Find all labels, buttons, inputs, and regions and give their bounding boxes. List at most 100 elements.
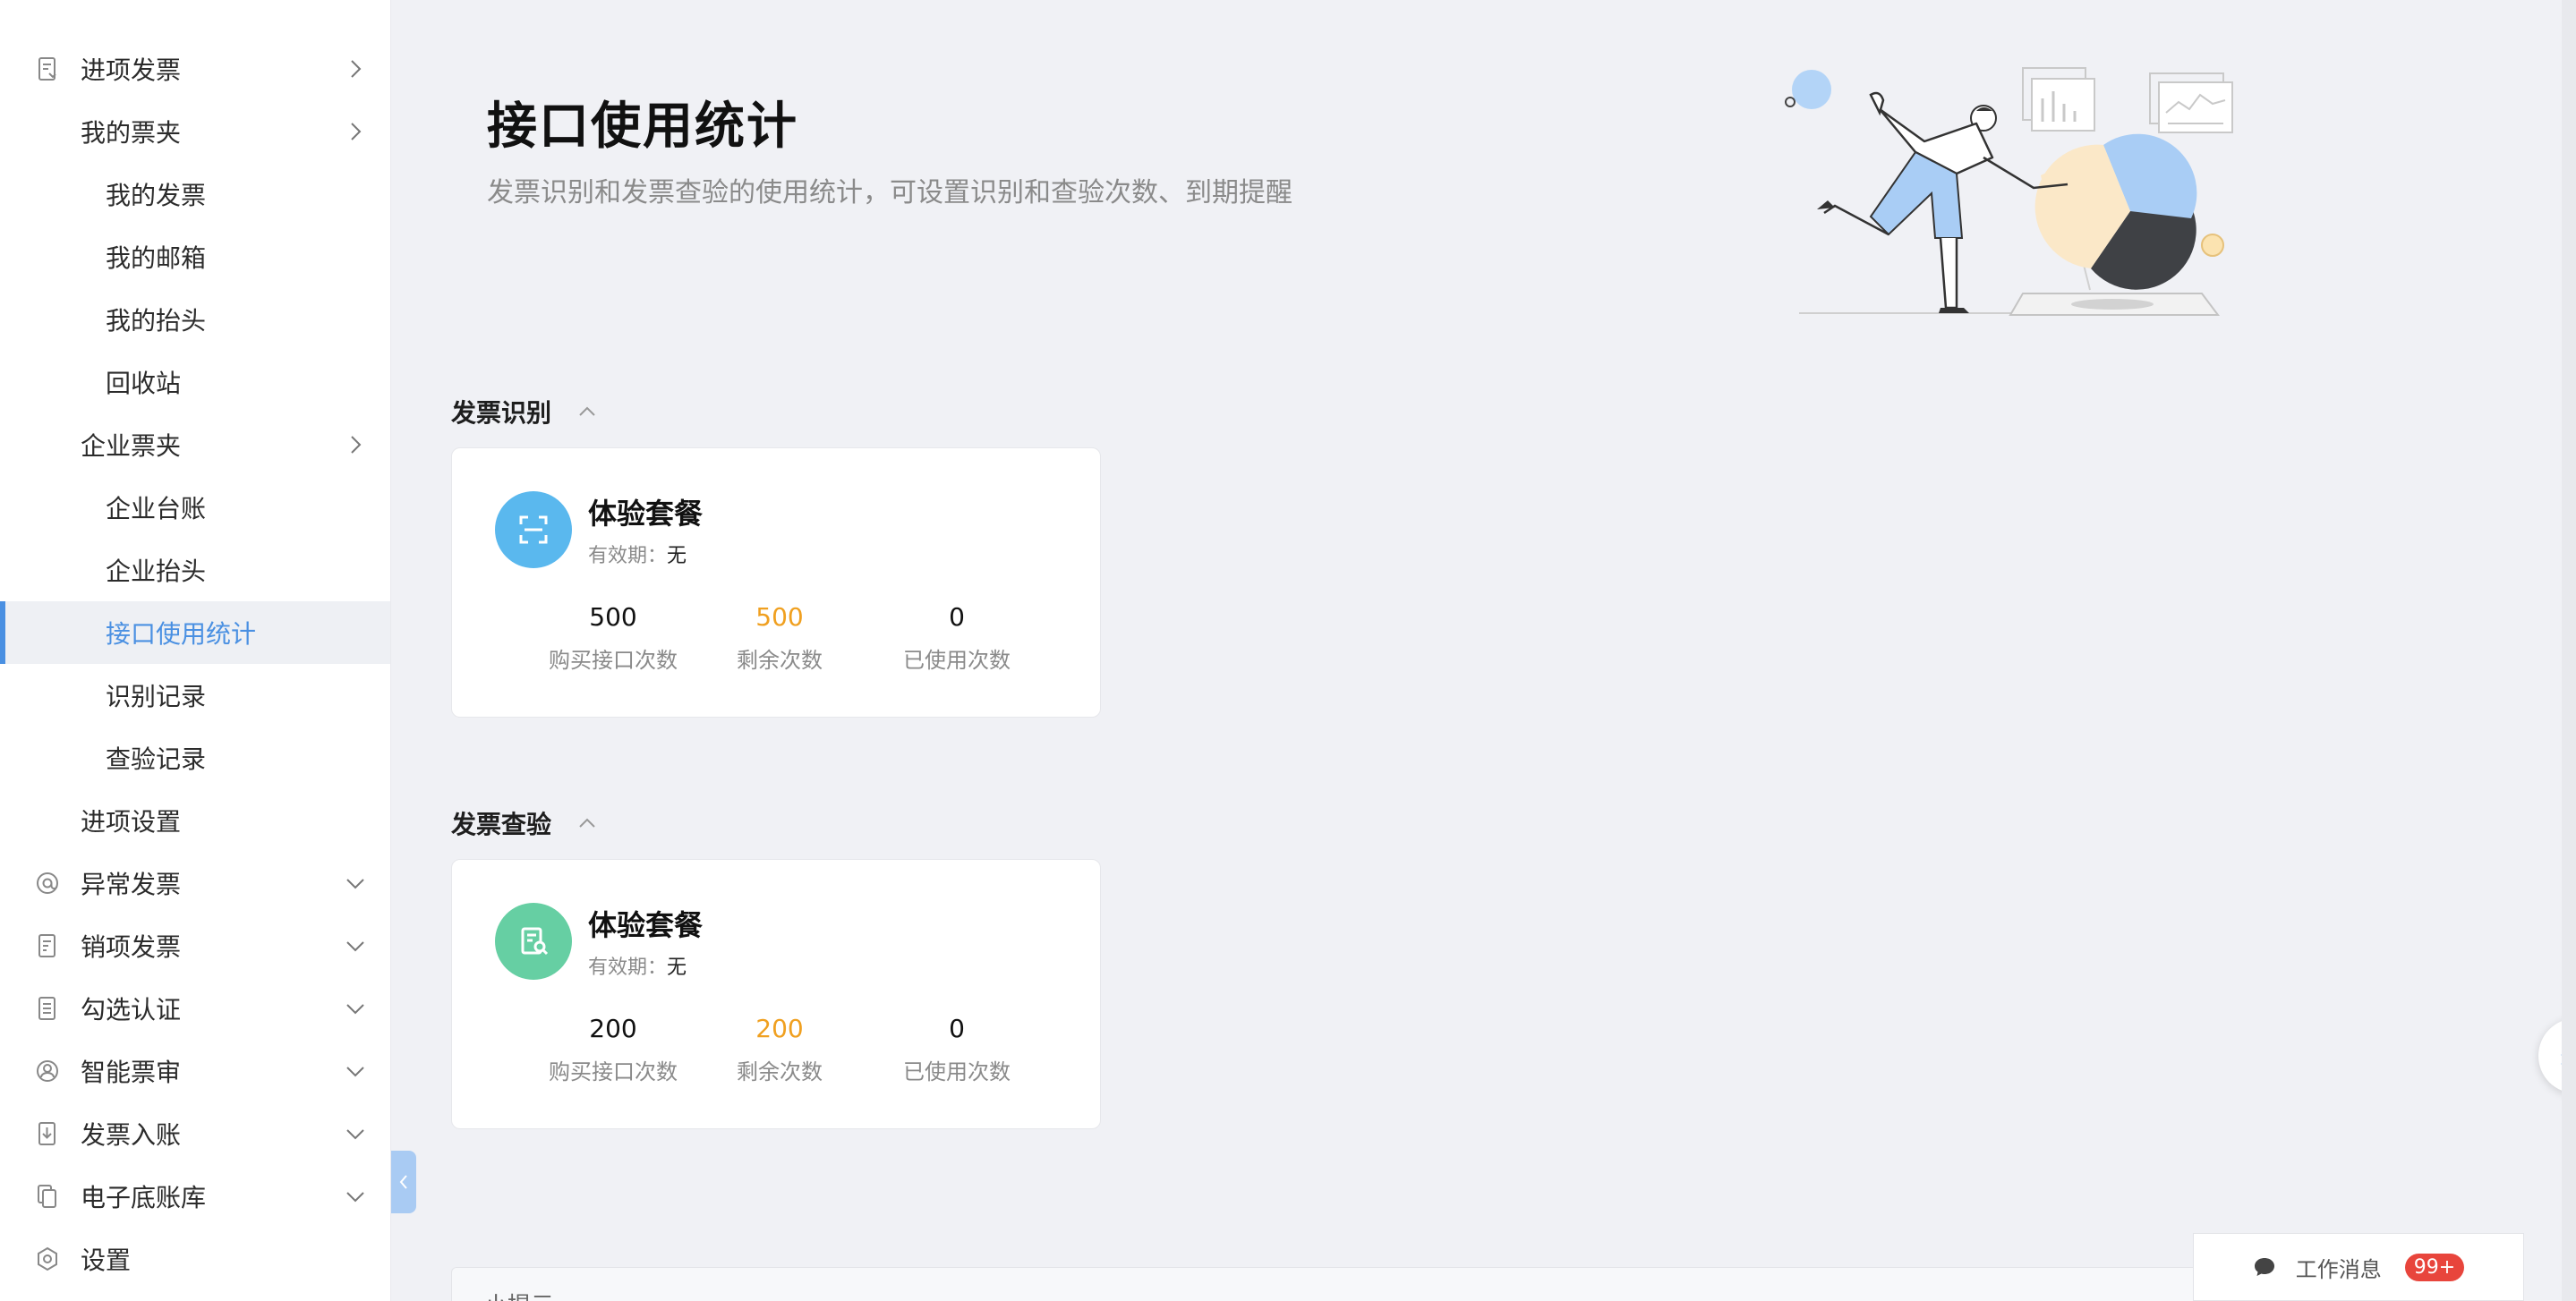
stat-purchased: 500 购买接口次数 [524,602,703,674]
copy-doc-icon [34,1183,61,1210]
stat-value: 0 [949,602,965,632]
sidebar-item-label: 进项设置 [81,807,182,837]
sidebar-item-e-ledger[interactable]: 电子底账库 [0,1165,390,1228]
validity: 有效期：无 [588,951,687,980]
doc-search-icon [495,903,572,980]
stat-remaining: 200 剩余次数 [690,1014,869,1085]
sidebar-item-label: 回收站 [106,369,182,398]
sidebar-item-label: 企业台账 [106,494,207,523]
sidebar-item-label: 异常发票 [81,870,182,899]
chevron-right-icon [344,120,367,143]
page-subtitle: 发票识别和发票查验的使用统计，可设置识别和查验次数、到期提醒 [487,177,1292,208]
chevron-down-icon [344,997,367,1020]
tip-box: 小提示 [451,1267,2393,1301]
work-message-label: 工作消息 [2295,1256,2382,1282]
stat-value: 500 [589,602,637,632]
sidebar-item-smart-audit[interactable]: 智能票审 [0,1040,390,1102]
sidebar-item-input-settings[interactable]: 进项设置 [0,789,390,852]
chevron-down-icon [344,1122,367,1145]
sidebar-item-label: 企业票夹 [81,431,182,461]
stat-used: 0 已使用次数 [867,1014,1046,1085]
tip-label: 小提示 [484,1293,554,1301]
sidebar-item-label: 查验记录 [106,744,207,774]
chevron-down-icon [344,1185,367,1208]
stat-value: 0 [949,1014,965,1043]
header-illustration [1781,59,2282,336]
main-content: 接口使用统计 发票识别和发票查验的使用统计，可设置识别和查验次数、到期提醒 发票… [392,0,2576,1301]
checklist-icon [34,995,61,1022]
stat-value: 500 [755,602,804,632]
stat-label: 剩余次数 [737,648,823,673]
sidebar-item-label: 勾选认证 [81,995,182,1025]
sidebar-item-enterprise-ledger[interactable]: 企业台账 [0,476,390,539]
validity: 有效期：无 [588,540,687,568]
sidebar-item-label: 我的邮箱 [106,243,207,273]
stat-label: 购买接口次数 [549,1059,678,1084]
stat-label: 已使用次数 [903,648,1011,673]
chat-bubble-icon [2253,1255,2276,1279]
chevron-right-icon [344,433,367,456]
sidebar-item-output-invoices[interactable]: 销项发票 [0,914,390,977]
stat-used: 0 已使用次数 [867,602,1046,674]
sidebar-item-recognition-records[interactable]: 识别记录 [0,664,390,727]
sidebar-item-api-usage[interactable]: 接口使用统计 [0,601,390,664]
sidebar-item-invoice-posting[interactable]: 发票入账 [0,1102,390,1165]
at-icon [34,870,61,897]
sidebar-item-label: 销项发票 [81,932,182,962]
section-header-recognition[interactable]: 发票识别 [451,394,598,429]
vertical-scrollbar[interactable] [2562,0,2576,1301]
stat-label: 已使用次数 [903,1059,1011,1084]
unread-badge: 99+ [2404,1253,2465,1281]
stat-remaining: 500 剩余次数 [690,602,869,674]
sidebar-item-label: 我的发票 [106,181,207,210]
scan-icon [495,491,572,568]
chevron-up-icon [576,812,598,834]
stat-value: 200 [589,1014,637,1043]
validity-value: 无 [667,957,687,979]
sidebar: 进项发票 我的票夹 我的发票 我的邮箱 我的抬头 回收站 企业票夹 企业台账 企… [0,0,391,1301]
stat-value: 200 [755,1014,804,1043]
sidebar-item-label: 设置 [81,1246,132,1275]
sidebar-item-label: 电子底账库 [81,1183,207,1212]
settings-icon [34,1246,61,1272]
work-message-button[interactable]: 工作消息 99+ [2193,1233,2524,1301]
invoice-out-icon [34,932,61,959]
user-circle-icon [34,1058,61,1084]
sidebar-item-abnormal-invoices[interactable]: 异常发票 [0,852,390,914]
sidebar-item-recycle-bin[interactable]: 回收站 [0,351,390,413]
sidebar-item-label: 识别记录 [106,682,207,711]
section-title: 发票识别 [451,398,552,428]
section-header-verification[interactable]: 发票查验 [451,805,598,841]
sidebar-item-my-mailbox[interactable]: 我的邮箱 [0,225,390,288]
section-title: 发票查验 [451,810,552,839]
stat-label: 剩余次数 [737,1059,823,1084]
chevron-down-icon [344,872,367,895]
validity-label: 有效期： [588,545,668,567]
sidebar-item-my-folder[interactable]: 我的票夹 [0,100,390,163]
download-doc-icon [34,1120,61,1147]
sidebar-item-invoice-in[interactable]: 进项发票 [0,38,390,100]
sidebar-item-my-invoices[interactable]: 我的发票 [0,163,390,225]
sidebar-item-label: 企业抬头 [106,557,207,586]
sidebar-item-label: 智能票审 [81,1058,182,1087]
sidebar-item-settings[interactable]: 设置 [0,1228,390,1290]
app-root: 进项发票 我的票夹 我的发票 我的邮箱 我的抬头 回收站 企业票夹 企业台账 企… [0,0,2576,1301]
sidebar-item-label: 进项发票 [81,55,182,85]
sidebar-item-my-header[interactable]: 我的抬头 [0,288,390,351]
validity-value: 无 [667,545,687,567]
chevron-right-icon [344,57,367,81]
sidebar-item-label: 我的票夹 [81,118,182,148]
plan-card-verification: 体验套餐 有效期：无 200 购买接口次数 200 剩余次数 0 已使用次数 [451,859,1101,1129]
chevron-down-icon [344,1059,367,1083]
page-title: 接口使用统计 [487,98,798,156]
sidebar-item-label: 发票入账 [81,1120,182,1150]
chevron-up-icon [576,401,598,422]
sidebar-item-enterprise-header[interactable]: 企业抬头 [0,539,390,601]
sidebar-item-label: 我的抬头 [106,306,207,336]
sidebar-item-check-certification[interactable]: 勾选认证 [0,977,390,1040]
plan-name: 体验套餐 [588,497,704,531]
validity-label: 有效期： [588,957,668,979]
sidebar-item-verification-records[interactable]: 查验记录 [0,727,390,789]
sidebar-item-enterprise-folder[interactable]: 企业票夹 [0,413,390,476]
plan-name: 体验套餐 [588,908,704,942]
